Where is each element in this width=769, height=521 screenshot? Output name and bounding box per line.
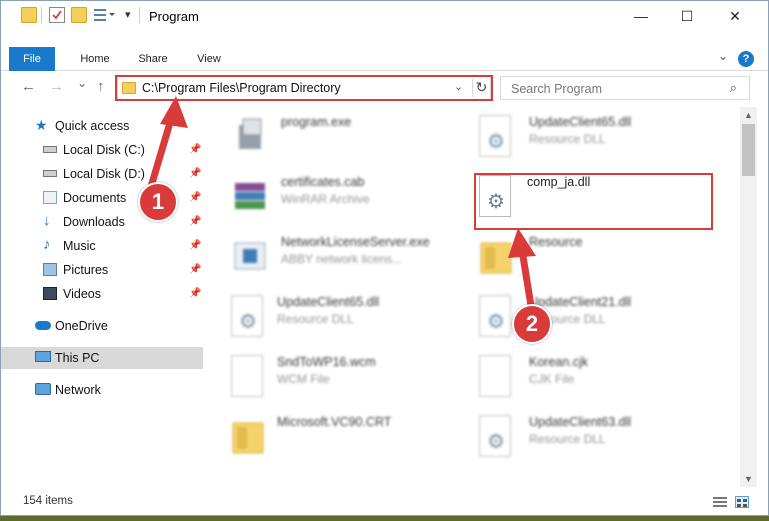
videos-icon <box>43 287 57 300</box>
drive-icon <box>43 170 57 177</box>
sidebar-item-pictures[interactable]: Pictures 📌 <box>1 259 201 281</box>
pin-icon[interactable]: 📌 <box>189 288 201 299</box>
file-item[interactable]: ⚙ UpdateClient65.dll Resource DLL <box>231 289 471 347</box>
program-icon <box>231 115 271 157</box>
tab-home[interactable]: Home <box>71 47 119 71</box>
explorer-window: ▾ Program — ☐ ✕ File Home Share View ⌄ ?… <box>0 0 769 516</box>
divider <box>41 7 42 23</box>
up-button[interactable]: ↑ <box>97 78 105 95</box>
back-button[interactable]: ← <box>21 78 36 95</box>
star-icon: ★ <box>35 117 48 133</box>
close-button[interactable]: ✕ <box>712 1 758 31</box>
sidebar-item-local-disk-d[interactable]: Local Disk (D:) 📌 <box>1 163 201 185</box>
tab-file[interactable]: File <box>9 47 55 71</box>
file-item[interactable]: SndToWP16.wcm WCM File <box>231 349 471 407</box>
tab-view[interactable]: View <box>187 47 231 71</box>
sidebar-item-music[interactable]: ♪ Music 📌 <box>1 235 201 257</box>
drive-icon <box>43 146 57 153</box>
folder-icon <box>231 415 271 457</box>
sidebar-item-onedrive[interactable]: OneDrive <box>1 315 201 337</box>
search-icon[interactable]: ⌕ <box>730 80 737 96</box>
window-title: Program <box>149 9 199 24</box>
file-item[interactable]: ⚙ UpdateClient65.dll Resource DLL <box>479 109 719 167</box>
view-options-icon[interactable] <box>93 7 115 23</box>
forward-button[interactable]: → <box>49 78 64 95</box>
pin-icon[interactable]: 📌 <box>189 144 201 155</box>
sidebar-item-quick-access[interactable]: ★ Quick access <box>1 115 201 137</box>
computer-icon <box>35 351 51 362</box>
sidebar-item-local-disk-c[interactable]: Local Disk (C:) 📌 <box>1 139 201 161</box>
file-icon <box>231 355 263 397</box>
tab-share[interactable]: Share <box>129 47 177 71</box>
sidebar-item-network[interactable]: Network <box>1 379 201 401</box>
file-item[interactable]: certificates.cab WinRAR Archive <box>231 169 471 227</box>
file-item[interactable]: program.exe <box>231 109 471 167</box>
network-icon <box>35 383 51 395</box>
file-item[interactable]: ⚙ UpdateClient63.dll Resource DLL <box>479 409 719 467</box>
folder-icon <box>21 7 37 23</box>
item-count: 154 items <box>23 495 73 507</box>
new-folder-icon[interactable] <box>71 7 87 23</box>
minimize-button[interactable]: — <box>618 1 664 31</box>
archive-icon <box>231 175 271 217</box>
file-list: program.exe ⚙ UpdateClient65.dll Resourc… <box>207 107 739 487</box>
exe-icon <box>231 235 271 277</box>
scroll-thumb[interactable] <box>742 124 755 176</box>
address-bar-highlight <box>115 75 493 101</box>
file-icon <box>479 355 511 397</box>
gear-icon: ⚙ <box>487 311 505 333</box>
pin-icon[interactable]: 📌 <box>189 240 201 251</box>
gear-icon: ⚙ <box>487 131 505 153</box>
download-icon: ↓ <box>43 212 51 229</box>
search-placeholder: Search Program <box>511 82 603 96</box>
file-item[interactable]: Microsoft.VC90.CRT <box>231 409 471 467</box>
pin-icon[interactable]: 📌 <box>189 216 201 227</box>
sidebar-item-videos[interactable]: Videos 📌 <box>1 283 201 305</box>
file-item[interactable]: NetworkLicenseServer.exe ABBY network li… <box>231 229 471 287</box>
status-bar: 154 items <box>1 489 768 515</box>
recent-locations-button[interactable]: ⌄ <box>77 76 87 90</box>
scroll-up-icon[interactable]: ▲ <box>740 107 757 123</box>
pin-icon[interactable]: 📌 <box>189 192 201 203</box>
vertical-scrollbar[interactable]: ▲ ▼ <box>740 107 757 487</box>
help-button[interactable]: ? <box>738 51 754 67</box>
customize-quick-access-icon[interactable]: ▾ <box>125 8 131 21</box>
step-badge-2: 2 <box>512 304 552 344</box>
properties-icon[interactable] <box>49 7 65 23</box>
pin-icon[interactable]: 📌 <box>189 264 201 275</box>
step-badge-1: 1 <box>138 182 178 222</box>
folder-icon <box>479 235 519 277</box>
dll-file-icon: ⚙ <box>479 115 511 157</box>
title-bar: ▾ Program — ☐ ✕ <box>1 1 768 31</box>
large-icons-view-icon[interactable] <box>735 496 749 508</box>
navigation-pane: ★ Quick access Local Disk (C:) 📌 Local D… <box>1 107 205 487</box>
pin-icon[interactable]: 📌 <box>189 168 201 179</box>
file-highlight <box>474 173 713 230</box>
details-view-icon[interactable] <box>713 496 727 508</box>
ribbon: File Home Share View ⌄ ? <box>1 47 768 71</box>
divider <box>139 7 140 23</box>
music-icon: ♪ <box>43 236 51 253</box>
dll-file-icon: ⚙ <box>479 295 511 337</box>
gear-icon: ⚙ <box>487 431 505 453</box>
dll-file-icon: ⚙ <box>231 295 263 337</box>
scroll-down-icon[interactable]: ▼ <box>740 471 757 487</box>
file-item[interactable]: Korean.cjk CJK File <box>479 349 719 407</box>
file-item[interactable]: Resource <box>479 229 719 287</box>
gear-icon: ⚙ <box>239 311 257 333</box>
chevron-down-icon[interactable]: ⌄ <box>718 49 728 63</box>
dll-file-icon: ⚙ <box>479 415 511 457</box>
documents-icon <box>43 191 57 204</box>
cloud-icon <box>35 321 51 330</box>
search-input[interactable]: Search Program ⌕ <box>500 76 750 100</box>
sidebar-item-this-pc[interactable]: This PC <box>1 347 203 369</box>
maximize-button[interactable]: ☐ <box>664 1 710 31</box>
pictures-icon <box>43 263 57 276</box>
